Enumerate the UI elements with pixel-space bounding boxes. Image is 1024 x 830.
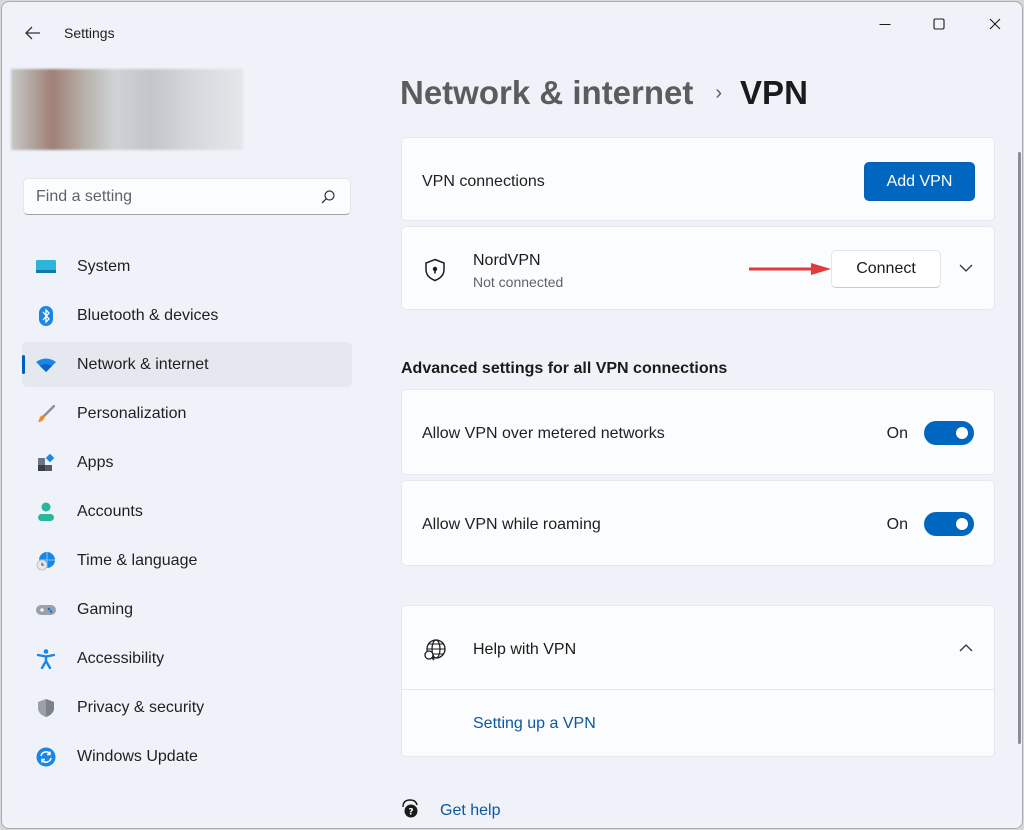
active-indicator xyxy=(22,355,25,374)
minimize-button[interactable] xyxy=(862,10,908,38)
toggle-state-label: On xyxy=(886,516,908,533)
sidebar-item-label: Accounts xyxy=(77,502,143,520)
advanced-settings-title: Advanced settings for all VPN connection… xyxy=(401,360,728,377)
breadcrumb: Network & internet › VPN xyxy=(400,74,808,112)
toggle-state-label: On xyxy=(886,425,908,442)
back-arrow-icon xyxy=(25,26,40,40)
search-icon[interactable] xyxy=(320,189,336,205)
sidebar-item-label: Time & language xyxy=(77,551,198,569)
accessibility-icon xyxy=(36,649,56,669)
sidebar-item-privacy[interactable]: Privacy & security xyxy=(22,685,352,730)
vpn-status: Not connected xyxy=(473,274,564,290)
minimize-icon xyxy=(879,23,891,26)
sidebar-item-label: Bluetooth & devices xyxy=(77,306,219,324)
maximize-button[interactable] xyxy=(916,10,962,38)
sidebar-item-label: Windows Update xyxy=(77,747,198,765)
scrollbar[interactable] xyxy=(1018,152,1021,744)
sidebar-item-label: Personalization xyxy=(77,404,187,422)
close-icon xyxy=(989,18,1001,30)
setting-up-vpn-link[interactable]: Setting up a VPN xyxy=(473,715,596,733)
maximize-icon xyxy=(933,18,945,30)
sidebar-item-label: System xyxy=(77,257,131,275)
search-box[interactable] xyxy=(23,178,351,215)
bluetooth-icon xyxy=(36,306,56,326)
setting-label: Allow VPN while roaming xyxy=(422,516,601,533)
vpn-connections-card: VPN connections Add VPN xyxy=(401,137,995,221)
breadcrumb-parent[interactable]: Network & internet xyxy=(400,74,693,112)
globe-search-icon xyxy=(424,639,446,661)
connect-button[interactable]: Connect xyxy=(831,250,941,288)
sidebar-item-accounts[interactable]: Accounts xyxy=(22,489,352,534)
apps-icon xyxy=(36,453,56,473)
page-title: VPN xyxy=(740,74,808,111)
setting-label: Allow VPN over metered networks xyxy=(422,425,665,442)
sidebar-item-time-language[interactable]: Time & language xyxy=(22,538,352,583)
sidebar-item-bluetooth[interactable]: Bluetooth & devices xyxy=(22,293,352,338)
gamepad-icon xyxy=(36,600,56,620)
sidebar-item-personalization[interactable]: Personalization xyxy=(22,391,352,436)
back-button[interactable] xyxy=(20,22,46,44)
sidebar-item-label: Gaming xyxy=(77,600,134,618)
update-icon xyxy=(36,747,56,767)
help-title: Help with VPN xyxy=(473,641,577,658)
sidebar-item-label: Privacy & security xyxy=(77,698,205,716)
vpn-shield-icon xyxy=(425,258,445,282)
setting-row-metered: Allow VPN over metered networks On xyxy=(401,389,995,475)
get-help-link[interactable]: Get help xyxy=(440,802,500,820)
help-card: Help with VPN Setting up a VPN xyxy=(401,605,995,757)
sidebar-item-label: Apps xyxy=(77,453,114,471)
toggle-knob xyxy=(956,427,968,439)
shield-icon xyxy=(36,698,56,718)
svg-text:?: ? xyxy=(408,808,413,818)
chevron-up-icon[interactable] xyxy=(958,643,974,653)
wifi-icon xyxy=(36,355,56,375)
toggle-knob xyxy=(956,518,968,530)
settings-window: Settings System Bluetooth & devices xyxy=(1,1,1023,829)
annotation-arrow-icon xyxy=(749,263,831,275)
brush-icon xyxy=(36,404,56,424)
search-input[interactable] xyxy=(36,187,306,207)
vpn-entry-card[interactable]: NordVPN Not connected Connect xyxy=(401,226,995,310)
sidebar-item-network[interactable]: Network & internet xyxy=(22,342,352,387)
get-help-icon: ? xyxy=(402,799,418,818)
chevron-down-icon[interactable] xyxy=(958,263,974,273)
sidebar-item-label: Network & internet xyxy=(77,355,209,373)
sidebar-item-accessibility[interactable]: Accessibility xyxy=(22,636,352,681)
sidebar-item-label: Accessibility xyxy=(77,649,165,667)
help-header[interactable]: Help with VPN xyxy=(402,606,994,690)
breadcrumb-separator-icon: › xyxy=(715,81,723,104)
sidebar-item-system[interactable]: System xyxy=(22,244,352,289)
roaming-toggle[interactable] xyxy=(924,512,974,536)
vpn-name: NordVPN xyxy=(473,252,541,269)
account-icon xyxy=(36,502,56,522)
metered-networks-toggle[interactable] xyxy=(924,421,974,445)
sidebar-nav: System Bluetooth & devices Network & int… xyxy=(22,244,352,783)
sidebar-item-gaming[interactable]: Gaming xyxy=(22,587,352,632)
user-profile-blurred[interactable] xyxy=(11,69,243,150)
add-vpn-button[interactable]: Add VPN xyxy=(864,162,975,201)
setting-row-roaming: Allow VPN while roaming On xyxy=(401,480,995,566)
app-title: Settings xyxy=(64,25,115,41)
time-language-icon xyxy=(36,551,56,571)
vpn-connections-label: VPN connections xyxy=(422,173,545,190)
sidebar-item-apps[interactable]: Apps xyxy=(22,440,352,485)
sidebar-item-windows-update[interactable]: Windows Update xyxy=(22,734,352,779)
close-button[interactable] xyxy=(972,10,1018,38)
system-icon xyxy=(36,257,56,277)
